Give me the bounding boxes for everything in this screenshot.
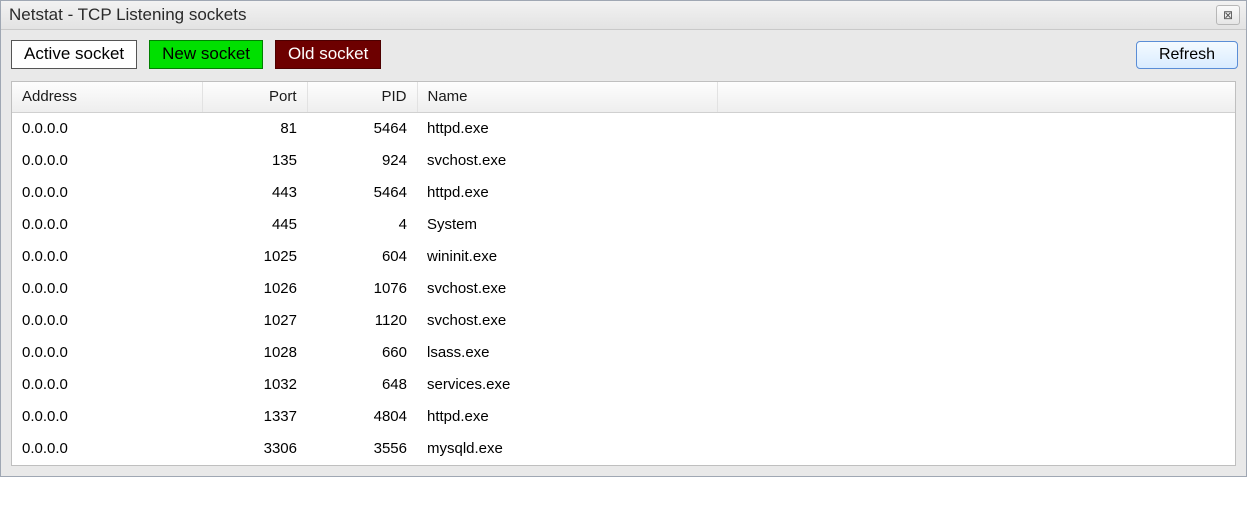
col-address[interactable]: Address [12, 82, 202, 113]
table-header-row: Address Port PID Name [12, 82, 1235, 113]
cell-port: 1028 [202, 337, 307, 369]
cell-name: svchost.exe [417, 273, 717, 305]
close-icon: ⊠ [1223, 8, 1233, 22]
cell-address: 0.0.0.0 [12, 369, 202, 401]
close-button[interactable]: ⊠ [1216, 5, 1240, 25]
cell-address: 0.0.0.0 [12, 177, 202, 209]
cell-pid: 5464 [307, 113, 417, 146]
cell-port: 3306 [202, 433, 307, 465]
table-row[interactable]: 0.0.0.013374804httpd.exe [12, 401, 1235, 433]
table-row[interactable]: 0.0.0.01025604wininit.exe [12, 241, 1235, 273]
cell-pid: 5464 [307, 177, 417, 209]
table-row[interactable]: 0.0.0.04435464httpd.exe [12, 177, 1235, 209]
cell-pid: 3556 [307, 433, 417, 465]
cell-extra [717, 337, 1235, 369]
cell-port: 445 [202, 209, 307, 241]
table-row[interactable]: 0.0.0.033063556mysqld.exe [12, 433, 1235, 465]
cell-pid: 660 [307, 337, 417, 369]
cell-address: 0.0.0.0 [12, 209, 202, 241]
titlebar: Netstat - TCP Listening sockets ⊠ [1, 1, 1246, 30]
cell-extra [717, 369, 1235, 401]
table-row[interactable]: 0.0.0.0815464httpd.exe [12, 113, 1235, 146]
cell-address: 0.0.0.0 [12, 113, 202, 146]
col-extra[interactable] [717, 82, 1235, 113]
cell-port: 135 [202, 145, 307, 177]
cell-name: httpd.exe [417, 401, 717, 433]
legend-old-socket: Old socket [275, 40, 381, 69]
toolbar: Active socket New socket Old socket Refr… [1, 30, 1246, 79]
table-row[interactable]: 0.0.0.010271120svchost.exe [12, 305, 1235, 337]
cell-extra [717, 273, 1235, 305]
cell-extra [717, 305, 1235, 337]
cell-address: 0.0.0.0 [12, 401, 202, 433]
cell-name: svchost.exe [417, 145, 717, 177]
cell-extra [717, 241, 1235, 273]
col-port[interactable]: Port [202, 82, 307, 113]
cell-name: services.exe [417, 369, 717, 401]
cell-extra [717, 113, 1235, 146]
cell-port: 81 [202, 113, 307, 146]
cell-port: 1026 [202, 273, 307, 305]
cell-extra [717, 177, 1235, 209]
legend-new-socket: New socket [149, 40, 263, 69]
table-row[interactable]: 0.0.0.04454System [12, 209, 1235, 241]
table-row[interactable]: 0.0.0.01032648services.exe [12, 369, 1235, 401]
cell-name: System [417, 209, 717, 241]
cell-address: 0.0.0.0 [12, 241, 202, 273]
cell-pid: 1076 [307, 273, 417, 305]
cell-pid: 648 [307, 369, 417, 401]
cell-port: 443 [202, 177, 307, 209]
socket-table: Address Port PID Name 0.0.0.0815464httpd… [12, 82, 1235, 465]
table-body: 0.0.0.0815464httpd.exe0.0.0.0135924svcho… [12, 113, 1235, 466]
cell-address: 0.0.0.0 [12, 337, 202, 369]
cell-address: 0.0.0.0 [12, 145, 202, 177]
cell-name: wininit.exe [417, 241, 717, 273]
cell-address: 0.0.0.0 [12, 273, 202, 305]
cell-name: mysqld.exe [417, 433, 717, 465]
window-title: Netstat - TCP Listening sockets [9, 5, 246, 25]
table-row[interactable]: 0.0.0.0135924svchost.exe [12, 145, 1235, 177]
cell-port: 1027 [202, 305, 307, 337]
cell-address: 0.0.0.0 [12, 433, 202, 465]
refresh-button[interactable]: Refresh [1136, 41, 1238, 69]
cell-pid: 1120 [307, 305, 417, 337]
cell-pid: 924 [307, 145, 417, 177]
cell-port: 1025 [202, 241, 307, 273]
cell-port: 1032 [202, 369, 307, 401]
legend-active-socket: Active socket [11, 40, 137, 69]
cell-pid: 4 [307, 209, 417, 241]
cell-pid: 4804 [307, 401, 417, 433]
cell-name: svchost.exe [417, 305, 717, 337]
cell-extra [717, 145, 1235, 177]
table-row[interactable]: 0.0.0.01028660lsass.exe [12, 337, 1235, 369]
netstat-window: Netstat - TCP Listening sockets ⊠ Active… [0, 0, 1247, 477]
col-pid[interactable]: PID [307, 82, 417, 113]
cell-extra [717, 401, 1235, 433]
table-row[interactable]: 0.0.0.010261076svchost.exe [12, 273, 1235, 305]
cell-name: httpd.exe [417, 177, 717, 209]
cell-extra [717, 433, 1235, 465]
cell-name: httpd.exe [417, 113, 717, 146]
cell-extra [717, 209, 1235, 241]
cell-port: 1337 [202, 401, 307, 433]
cell-pid: 604 [307, 241, 417, 273]
col-name[interactable]: Name [417, 82, 717, 113]
cell-address: 0.0.0.0 [12, 305, 202, 337]
cell-name: lsass.exe [417, 337, 717, 369]
socket-table-container: Address Port PID Name 0.0.0.0815464httpd… [11, 81, 1236, 466]
